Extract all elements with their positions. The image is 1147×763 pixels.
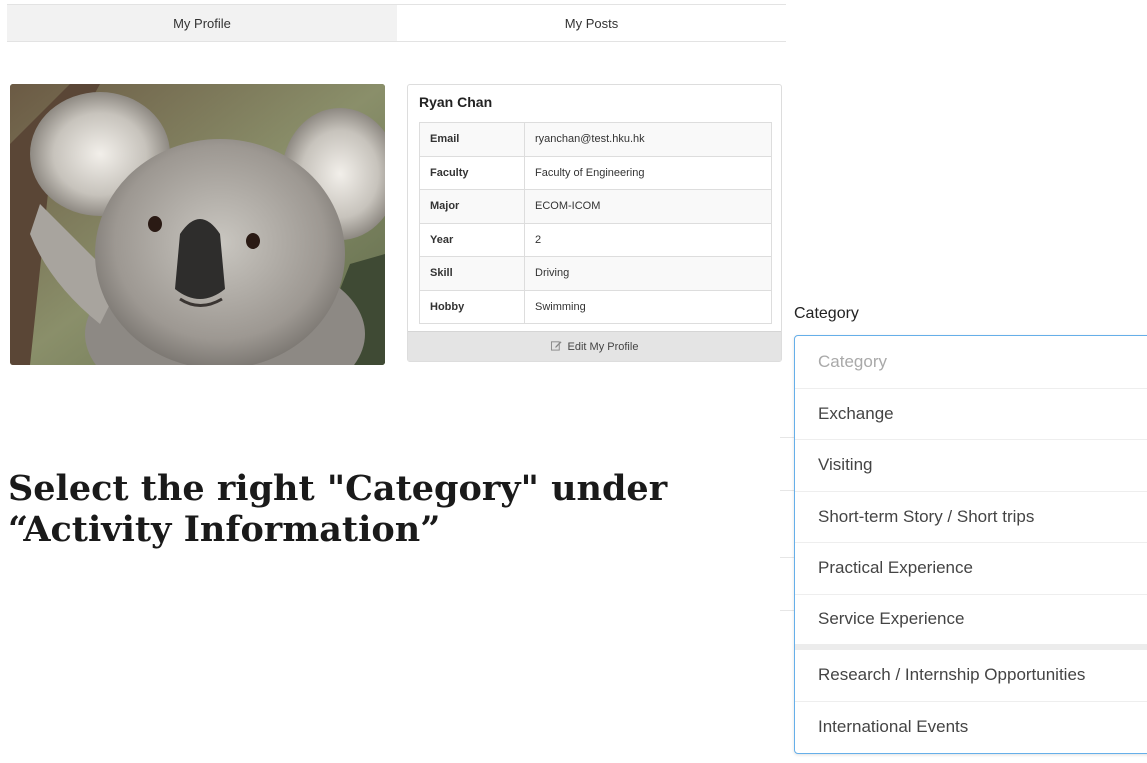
category-option[interactable]: International Events: [795, 701, 1147, 753]
field-label: Email: [419, 122, 525, 156]
edit-profile-button[interactable]: Edit My Profile: [408, 331, 781, 361]
category-option[interactable]: Practical Experience: [795, 542, 1147, 594]
category-option[interactable]: Exchange: [795, 387, 1147, 440]
table-row: Major ECOM-ICOM: [419, 189, 772, 223]
table-row: Hobby Swimming: [419, 289, 772, 324]
tab-my-posts-label: My Posts: [564, 15, 619, 31]
profile-tabs: My Profile My Posts: [7, 4, 786, 42]
instruction-text: Select the right "Category" under “Activ…: [8, 468, 788, 550]
table-row: Skill Driving: [419, 256, 772, 290]
edit-profile-label: Edit My Profile: [567, 340, 639, 353]
category-option[interactable]: Service Experience: [795, 593, 1147, 644]
field-value: ryanchan@test.hku.hk: [524, 122, 772, 156]
table-row: Email ryanchan@test.hku.hk: [419, 122, 772, 156]
field-label: Faculty: [419, 155, 525, 190]
profile-name: Ryan Chan: [419, 94, 493, 110]
field-value: 2: [524, 222, 772, 257]
category-option[interactable]: Visiting: [795, 439, 1147, 491]
table-row: Year 2: [419, 222, 772, 257]
profile-photo: [10, 84, 385, 365]
category-option[interactable]: Research / Internship Opportunities: [795, 650, 1147, 702]
field-label: Major: [419, 189, 525, 223]
table-row: Faculty Faculty of Engineering: [419, 155, 772, 190]
profile-card: Ryan Chan Email ryanchan@test.hku.hk Fac…: [407, 84, 782, 362]
profile-info-table: Email ryanchan@test.hku.hk Faculty Facul…: [419, 122, 772, 324]
field-value: Faculty of Engineering: [524, 155, 772, 190]
instruction-line-2: “Activity Information”: [8, 509, 441, 550]
field-label: Hobby: [419, 289, 525, 324]
category-label: Category: [794, 305, 859, 322]
tab-my-profile-label: My Profile: [173, 15, 231, 31]
category-dropdown[interactable]: Category Exchange Visiting Short-term St…: [794, 335, 1147, 754]
koala-image: [10, 84, 385, 365]
instruction-line-1: Select the right "Category" under: [8, 468, 668, 509]
tab-my-profile[interactable]: My Profile: [7, 4, 397, 41]
field-label: Skill: [419, 256, 525, 290]
category-option[interactable]: Short-term Story / Short trips: [795, 490, 1147, 543]
pencil-square-icon: [550, 340, 562, 354]
field-value: Swimming: [524, 289, 772, 324]
field-label: Year: [419, 222, 525, 257]
tab-my-posts[interactable]: My Posts: [397, 4, 786, 41]
field-value: Driving: [524, 256, 772, 290]
category-option-placeholder[interactable]: Category: [795, 336, 1147, 388]
field-value: ECOM-ICOM: [524, 189, 772, 223]
